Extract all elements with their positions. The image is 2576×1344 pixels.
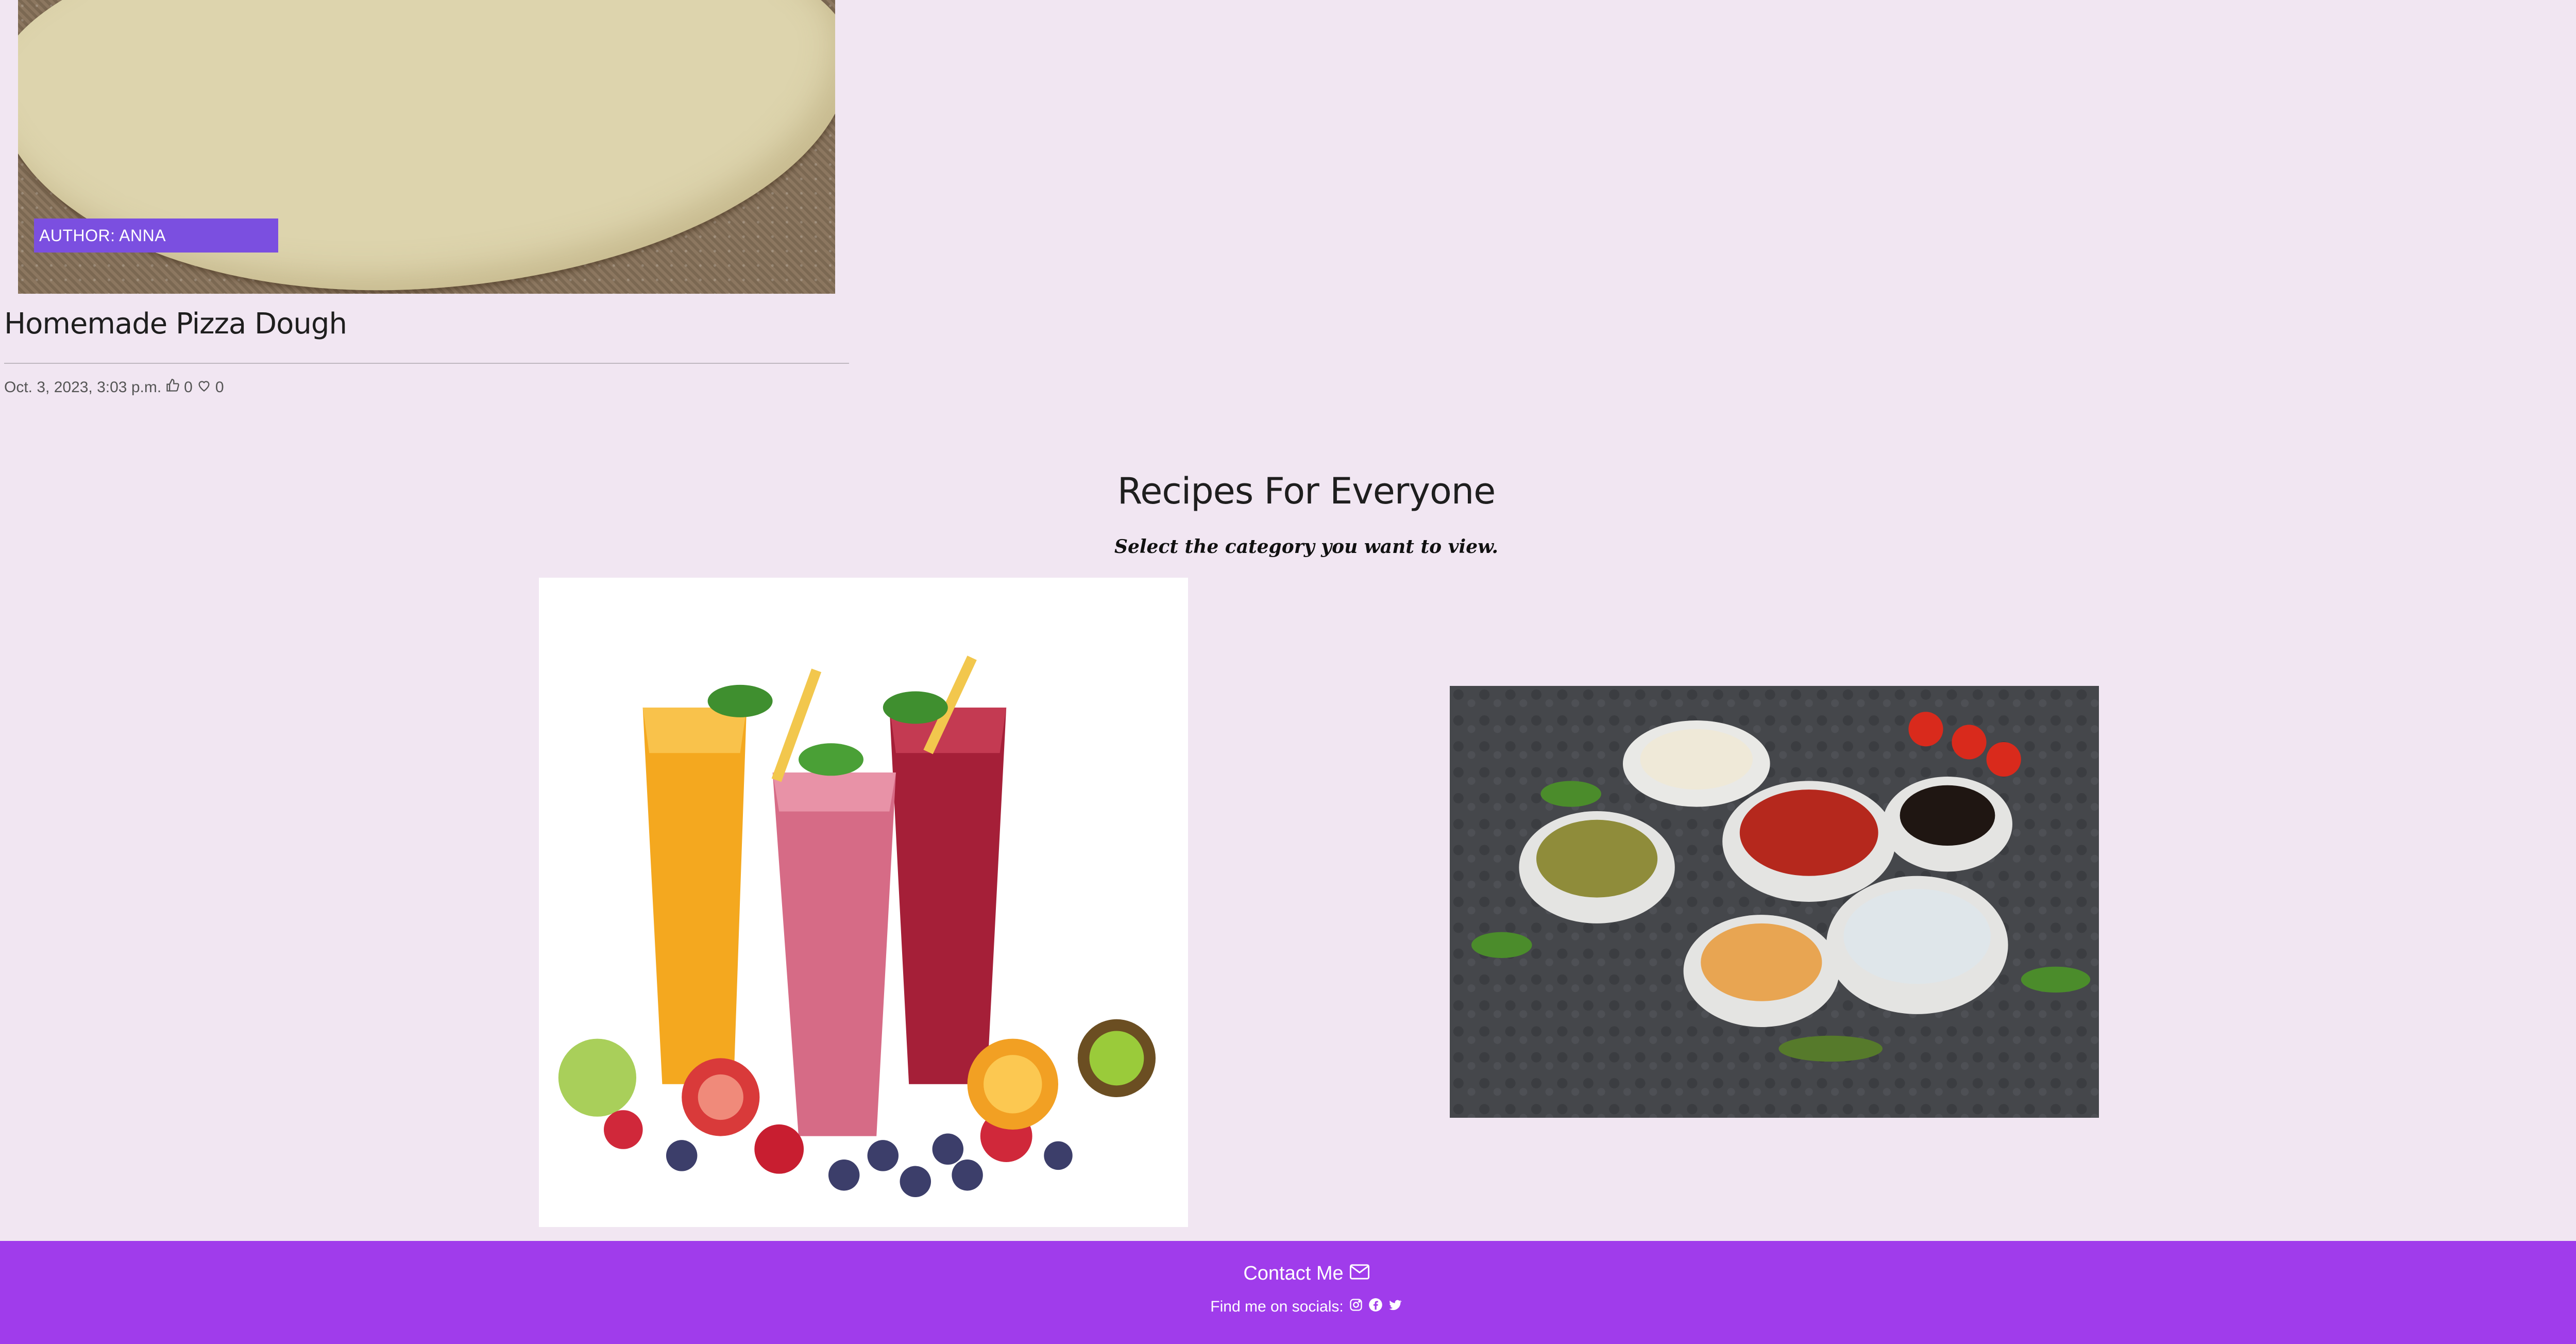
envelope-icon — [1349, 1263, 1369, 1285]
thumbs-up-icon — [165, 378, 180, 397]
contact-label: Contact Me — [1243, 1263, 1344, 1284]
divider — [4, 363, 849, 364]
recipe-meta: Oct. 3, 2023, 3:03 p.m. 0 0 — [4, 377, 224, 398]
instagram-icon[interactable] — [1349, 1298, 1363, 1316]
section-subtitle: Select the category you want to view. — [1114, 536, 1499, 558]
section-title: Recipes For Everyone — [1117, 470, 1496, 512]
smoothie-drinks-photo — [539, 578, 1188, 1227]
sauces-dips-photo — [1450, 686, 2099, 1118]
heart-icon — [197, 378, 211, 397]
socials-row: Find me on socials: — [0, 1298, 2576, 1316]
recipe-image[interactable]: AUTHOR: ANNA — [18, 0, 835, 294]
twitter-icon[interactable] — [1388, 1298, 1402, 1316]
footer: Contact Me Find me on socials: — [0, 1241, 2576, 1344]
contact-me-link[interactable]: Contact Me — [0, 1263, 2576, 1285]
category-drinks-tile[interactable] — [539, 578, 1188, 1227]
author-badge: AUTHOR: ANNA — [34, 219, 278, 253]
recipe-title[interactable]: Homemade Pizza Dough — [4, 307, 347, 341]
like-count: 0 — [184, 379, 193, 396]
facebook-icon[interactable] — [1368, 1298, 1383, 1316]
recipe-date: Oct. 3, 2023, 3:03 p.m. — [4, 379, 162, 396]
favourite-count: 0 — [215, 379, 224, 396]
socials-label: Find me on socials: — [1210, 1298, 1344, 1315]
category-sauces-tile[interactable] — [1450, 686, 2099, 1118]
